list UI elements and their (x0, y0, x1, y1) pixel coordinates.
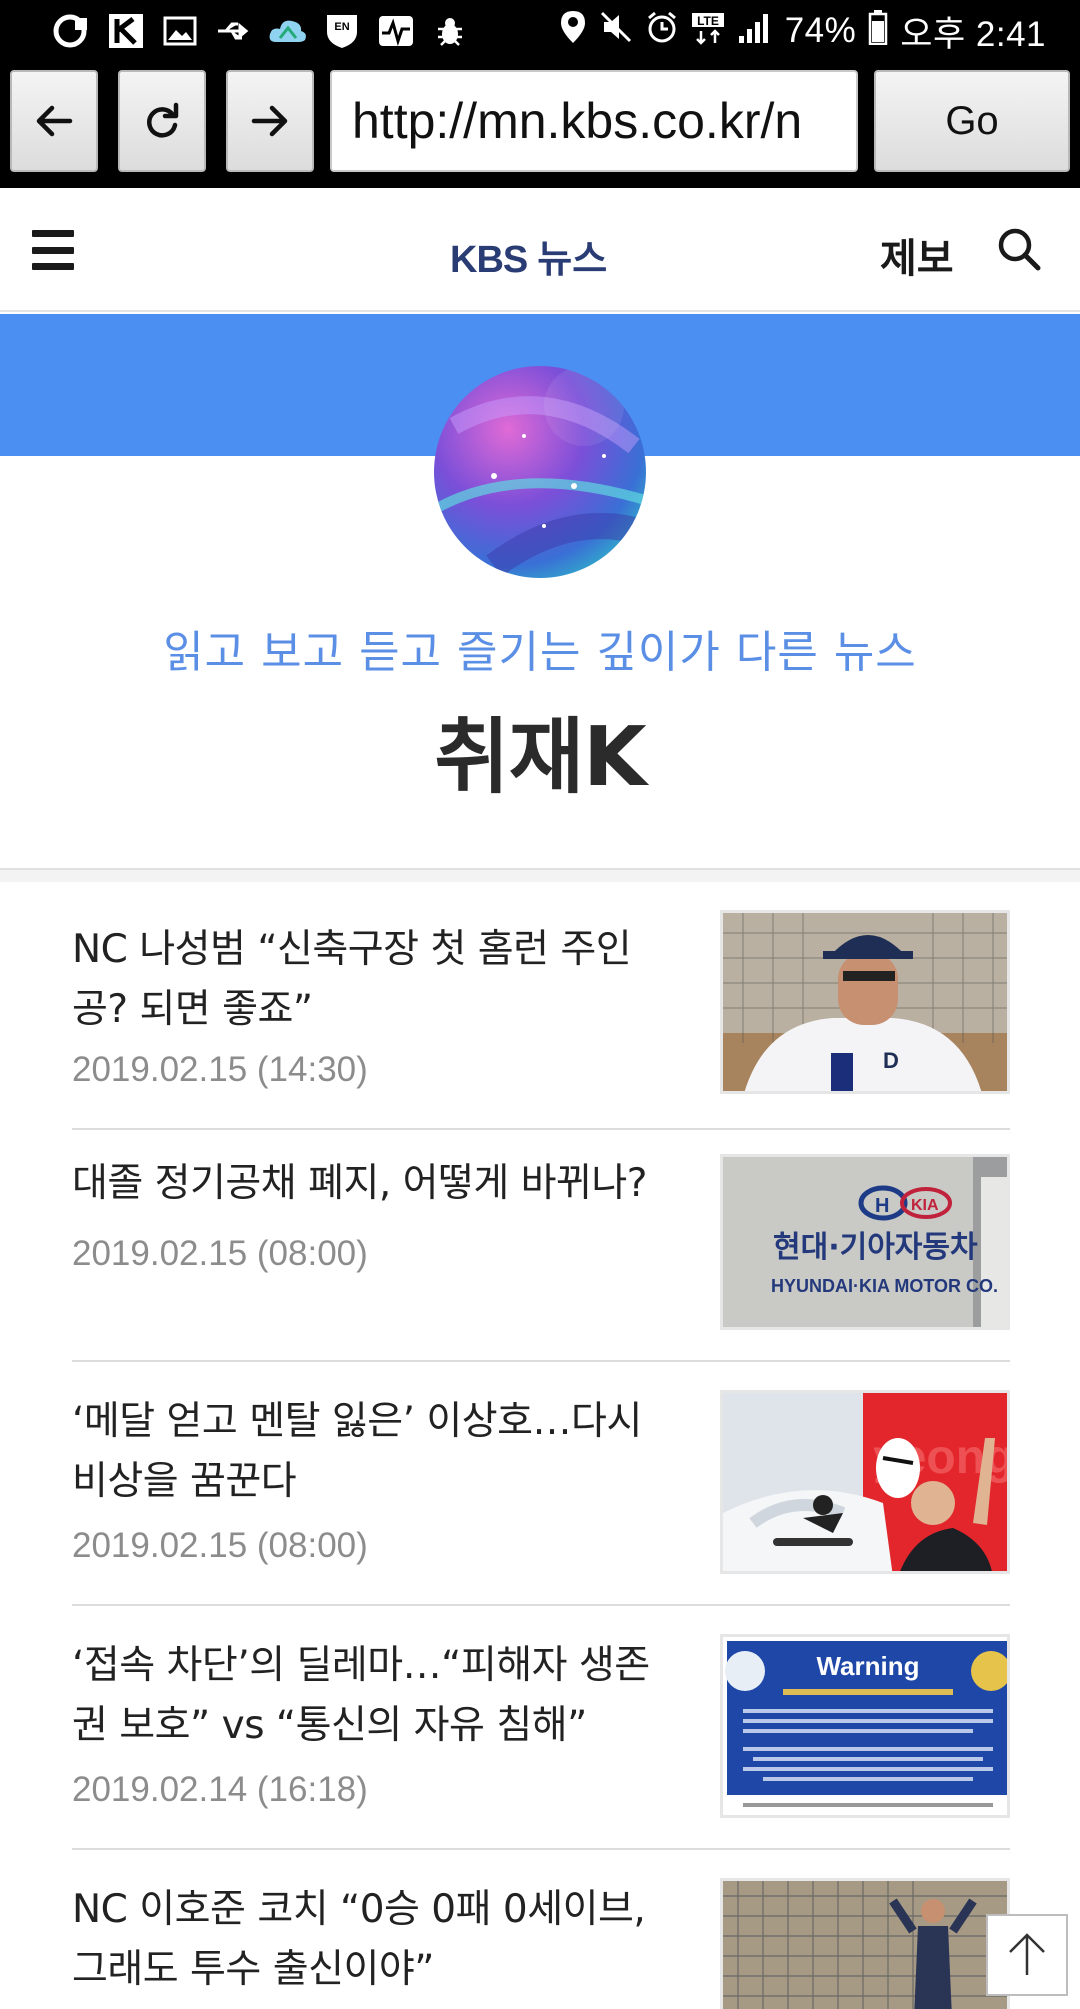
logo-kbs: KBS (450, 239, 528, 281)
forward-button[interactable] (226, 70, 314, 172)
program-avatar (434, 366, 646, 578)
u-plus-icon (52, 13, 92, 49)
warning-thumb-text: Warning (816, 1651, 919, 1681)
arrow-up-icon (1009, 1933, 1045, 1975)
go-label: Go (945, 98, 999, 143)
battery-percent: 74% (784, 11, 857, 50)
signal-icon (737, 10, 773, 53)
section-divider (0, 868, 1080, 882)
article-item[interactable]: ‘메달 얻고 멘탈 잃은’ 이상호…다시 비상을 꿈꾼다 2019.02.15 … (72, 1362, 1010, 1606)
usb-icon (214, 13, 254, 49)
location-icon (559, 9, 587, 54)
search-icon[interactable] (996, 226, 1042, 272)
notification-icons: EN (52, 10, 470, 52)
svg-text:현대·기아자동차: 현대·기아자동차 (773, 1230, 978, 1265)
battery-icon (868, 9, 888, 54)
arrow-left-icon (36, 105, 73, 137)
article-thumbnail[interactable]: Warning (720, 1634, 1010, 1818)
reload-button[interactable] (118, 70, 206, 172)
article-date: 2019.02.14 (16:18) (72, 1770, 368, 1809)
article-title[interactable]: NC 나성범 “신축구장 첫 홈런 주인공? 되면 좋죠” (72, 920, 682, 1040)
tip-button[interactable]: 제보 (880, 226, 954, 284)
article-title[interactable]: NC 이호준 코치 “0승 0패 0세이브, 그래도 투수 출신이야” (72, 1880, 682, 2000)
article-item[interactable]: NC 이호준 코치 “0승 0패 0세이브, 그래도 투수 출신이야” (72, 1850, 1010, 2009)
article-date: 2019.02.15 (08:00) (72, 1526, 368, 1565)
article-thumbnail[interactable]: yeongh (720, 1390, 1010, 1574)
bug-icon (430, 13, 470, 49)
url-input[interactable]: http://mn.kbs.co.kr/n (330, 70, 858, 172)
article-item[interactable]: ‘접속 차단’의 딜레마…“피해자 생존권 보호” vs “통신의 자유 침해”… (72, 1606, 1010, 1850)
k-app-icon (106, 13, 146, 49)
svg-text:EN: EN (334, 21, 349, 33)
gallery-icon (160, 13, 200, 49)
kbs-news-logo[interactable]: KBS 뉴스 (450, 228, 607, 281)
alarm-icon (645, 10, 679, 53)
svg-text:LTE: LTE (697, 14, 719, 28)
browser-toolbar: http://mn.kbs.co.kr/n Go (0, 62, 1080, 188)
article-thumbnail[interactable]: D (720, 910, 1010, 1094)
url-text: http://mn.kbs.co.kr/n (352, 93, 803, 149)
back-button[interactable] (10, 70, 98, 172)
article-date: 2019.02.15 (08:00) (72, 1234, 368, 1273)
program-title: 취재K (434, 710, 646, 805)
mute-icon (599, 10, 633, 53)
svg-text:H: H (875, 1195, 889, 1217)
reload-icon (147, 102, 179, 138)
lte-icon: LTE (691, 9, 725, 54)
go-button[interactable]: Go (874, 70, 1070, 172)
status-bar: EN LTE 74% 오후 2:41 (0, 0, 1080, 62)
article-thumbnail[interactable] (720, 1878, 1010, 2009)
article-title[interactable]: ‘접속 차단’의 딜레마…“피해자 생존권 보호” vs “통신의 자유 침해” (72, 1636, 682, 1756)
article-title[interactable]: ‘메달 얻고 멘탈 잃은’ 이상호…다시 비상을 꿈꾼다 (72, 1392, 682, 1512)
article-thumbnail[interactable]: H KIA 현대·기아자동차 HYUNDAI·KIA MOTOR CO. (720, 1154, 1010, 1330)
article-title[interactable]: 대졸 정기공채 폐지, 어떻게 바뀌나? (72, 1154, 682, 1214)
menu-icon[interactable] (32, 230, 74, 270)
pulse-icon (376, 13, 416, 49)
article-item[interactable]: 대졸 정기공채 폐지, 어떻게 바뀌나? 2019.02.15 (08:00) … (72, 1130, 1010, 1362)
clock: 오후 2:41 (900, 14, 1046, 54)
en-shield-icon: EN (322, 13, 362, 49)
program-tagline: 읽고 보고 듣고 즐기는 깊이가 다른 뉴스 (163, 627, 917, 678)
article-item[interactable]: NC 나성범 “신축구장 첫 홈런 주인공? 되면 좋죠” 2019.02.15… (72, 910, 1010, 1130)
scroll-to-top-button[interactable] (986, 1914, 1068, 1996)
logo-news: 뉴스 (537, 237, 608, 281)
svg-text:KIA: KIA (911, 1197, 939, 1214)
cloud-icon (268, 13, 308, 49)
svg-text:D: D (883, 1048, 899, 1073)
article-date: 2019.02.15 (14:30) (72, 1050, 368, 1089)
site-header: KBS 뉴스 제보 (0, 188, 1080, 312)
arrow-right-icon (251, 105, 288, 137)
svg-text:HYUNDAI·KIA MOTOR CO.: HYUNDAI·KIA MOTOR CO. (771, 1276, 998, 1296)
system-status: LTE 74% 오후 2:41 (559, 8, 1046, 54)
